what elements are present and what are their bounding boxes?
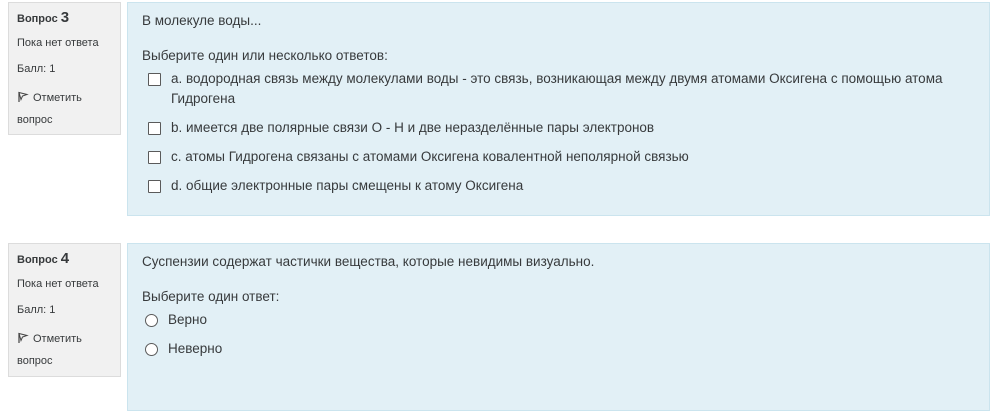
- question-grade: Балл: 1: [17, 62, 56, 75]
- question-4-content: Суспензии содержат частички вещества, ко…: [127, 243, 990, 411]
- radio-icon[interactable]: [145, 314, 158, 327]
- answer-prompt: Выберите один или несколько ответов:: [142, 48, 388, 63]
- answer-option-false[interactable]: Неверно: [142, 339, 975, 359]
- answer-option-label[interactable]: Верно: [168, 310, 975, 330]
- answer-option-a[interactable]: a. водородная связь между молекулами вод…: [142, 69, 975, 109]
- answer-option-c[interactable]: c. атомы Гидрогена связаны с атомами Окс…: [142, 147, 975, 167]
- answer-list: Верно Неверно: [142, 310, 975, 359]
- question-state: Пока нет ответа: [17, 277, 99, 290]
- checkbox-icon[interactable]: [148, 151, 161, 164]
- flag-icon: [17, 90, 29, 110]
- question-3-info: Вопрос 3 Пока нет ответа Балл: 1 Отметит…: [8, 2, 121, 135]
- question-3-content: В молекуле воды... Выберите один или нес…: [127, 2, 990, 216]
- question-text: Суспензии содержат частички вещества, ко…: [142, 254, 595, 269]
- question-label: Вопрос: [17, 13, 58, 25]
- answer-option-true[interactable]: Верно: [142, 310, 975, 330]
- answer-prompt: Выберите один ответ:: [142, 289, 280, 304]
- answer-option-label[interactable]: c. атомы Гидрогена связаны с атомами Окс…: [171, 147, 975, 167]
- answer-option-label[interactable]: Неверно: [168, 339, 975, 359]
- question-number: Вопрос 4: [17, 250, 112, 269]
- answer-option-label[interactable]: a. водородная связь между молекулами вод…: [171, 69, 975, 109]
- flag-icon: [17, 331, 29, 351]
- flag-question-link[interactable]: Отметить вопрос: [17, 329, 112, 371]
- question-number-value: 4: [60, 250, 70, 267]
- radio-icon[interactable]: [145, 343, 158, 356]
- checkbox-icon[interactable]: [148, 122, 161, 135]
- answer-option-b[interactable]: b. имеется две полярные связи О - Н и дв…: [142, 118, 975, 138]
- question-text: В молекуле воды...: [142, 13, 262, 28]
- question-state: Пока нет ответа: [17, 36, 99, 49]
- answer-list: a. водородная связь между молекулами вод…: [142, 69, 975, 196]
- answer-option-label[interactable]: d. общие электронные пары смещены к атом…: [171, 176, 975, 196]
- question-number: Вопрос 3: [17, 9, 112, 28]
- checkbox-icon[interactable]: [148, 73, 161, 86]
- question-number-value: 3: [60, 9, 70, 26]
- flag-question-link[interactable]: Отметить вопрос: [17, 88, 112, 130]
- answer-option-d[interactable]: d. общие электронные пары смещены к атом…: [142, 176, 975, 196]
- question-grade: Балл: 1: [17, 303, 56, 316]
- question-label: Вопрос: [17, 254, 58, 266]
- checkbox-icon[interactable]: [148, 180, 161, 193]
- question-4-info: Вопрос 4 Пока нет ответа Балл: 1 Отметит…: [8, 243, 121, 377]
- answer-option-label[interactable]: b. имеется две полярные связи О - Н и дв…: [171, 118, 975, 138]
